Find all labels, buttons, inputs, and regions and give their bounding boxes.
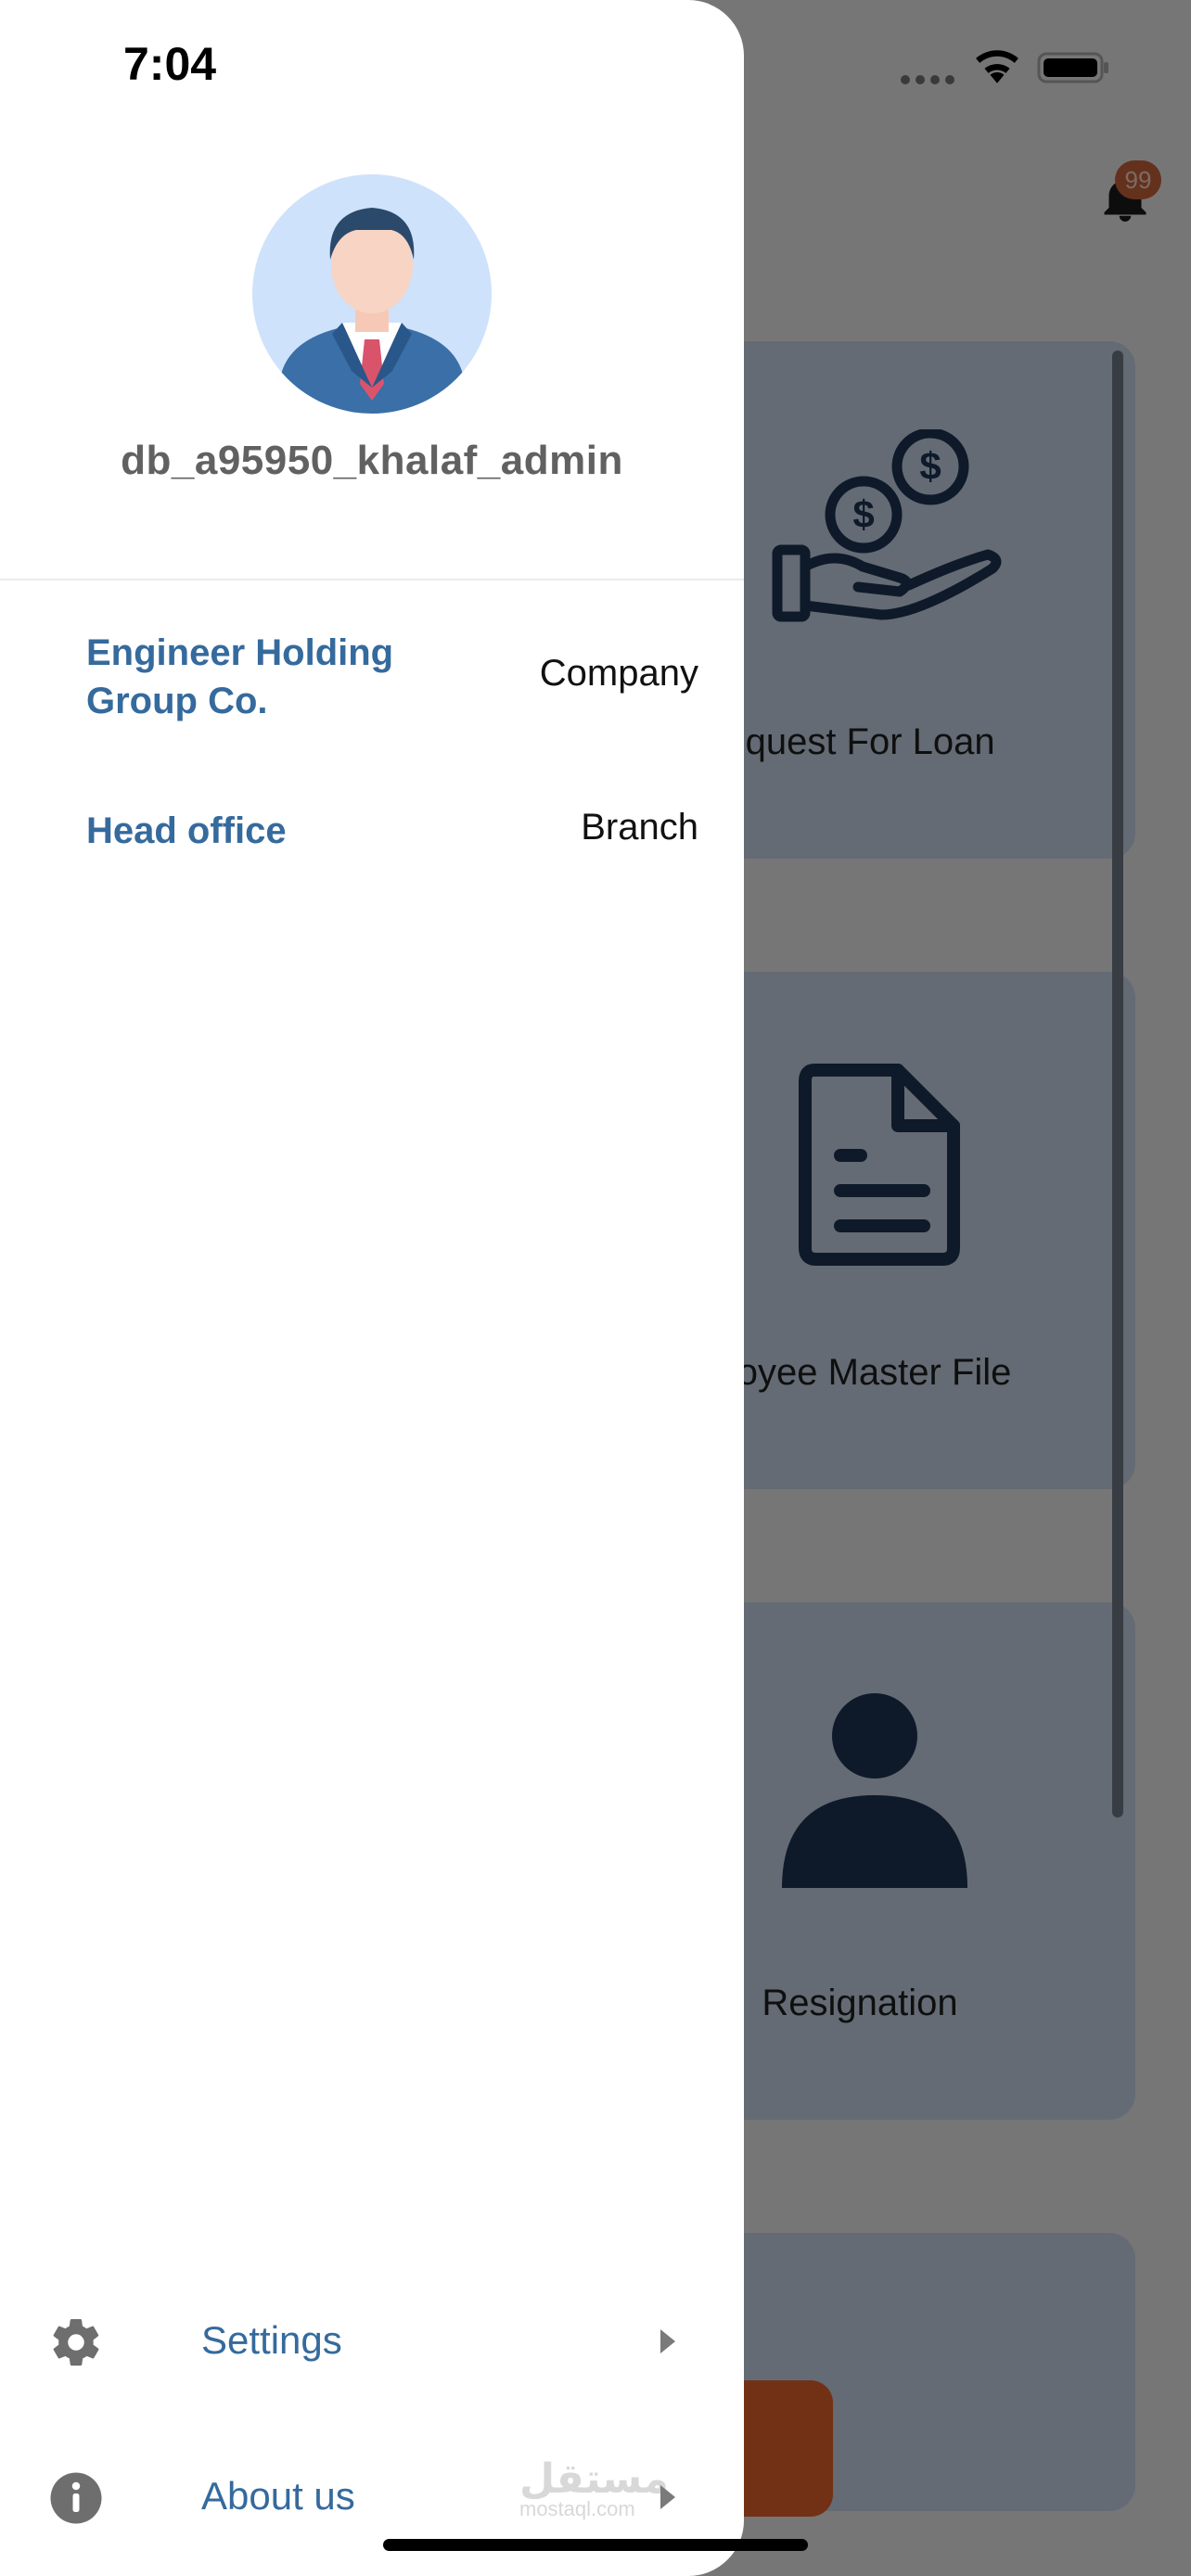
branch-row: Head office Branch (86, 807, 698, 862)
settings-label: Settings (201, 2318, 342, 2362)
side-drawer: 7:04 db_a95950_khalaf_admin Engineer Hol… (0, 0, 744, 2576)
divider (0, 579, 744, 580)
username: db_a95950_khalaf_admin (121, 438, 623, 483)
company-label: Company (539, 653, 698, 694)
about-label: About us (201, 2474, 355, 2518)
signal-dots-icon (901, 75, 954, 84)
wifi-icon (976, 50, 1018, 83)
menu-item-about[interactable]: About us (0, 2450, 744, 2543)
status-time: 7:04 (123, 38, 217, 90)
info-icon (50, 2472, 102, 2524)
battery-icon (1037, 52, 1108, 83)
company-name: Engineer Holding Group Co. (86, 632, 394, 721)
avatar (252, 174, 492, 414)
branch-label: Branch (581, 807, 698, 848)
chevron-right-icon (660, 2329, 675, 2353)
company-row: Engineer Holding Group Co. Company (86, 629, 698, 731)
gear-icon (53, 2319, 99, 2366)
branch-name: Head office (86, 810, 287, 851)
businessman-avatar-icon (280, 208, 464, 414)
home-indicator[interactable] (383, 2539, 808, 2551)
chevron-right-icon (660, 2485, 675, 2509)
menu-item-settings[interactable]: Settings (0, 2294, 744, 2387)
